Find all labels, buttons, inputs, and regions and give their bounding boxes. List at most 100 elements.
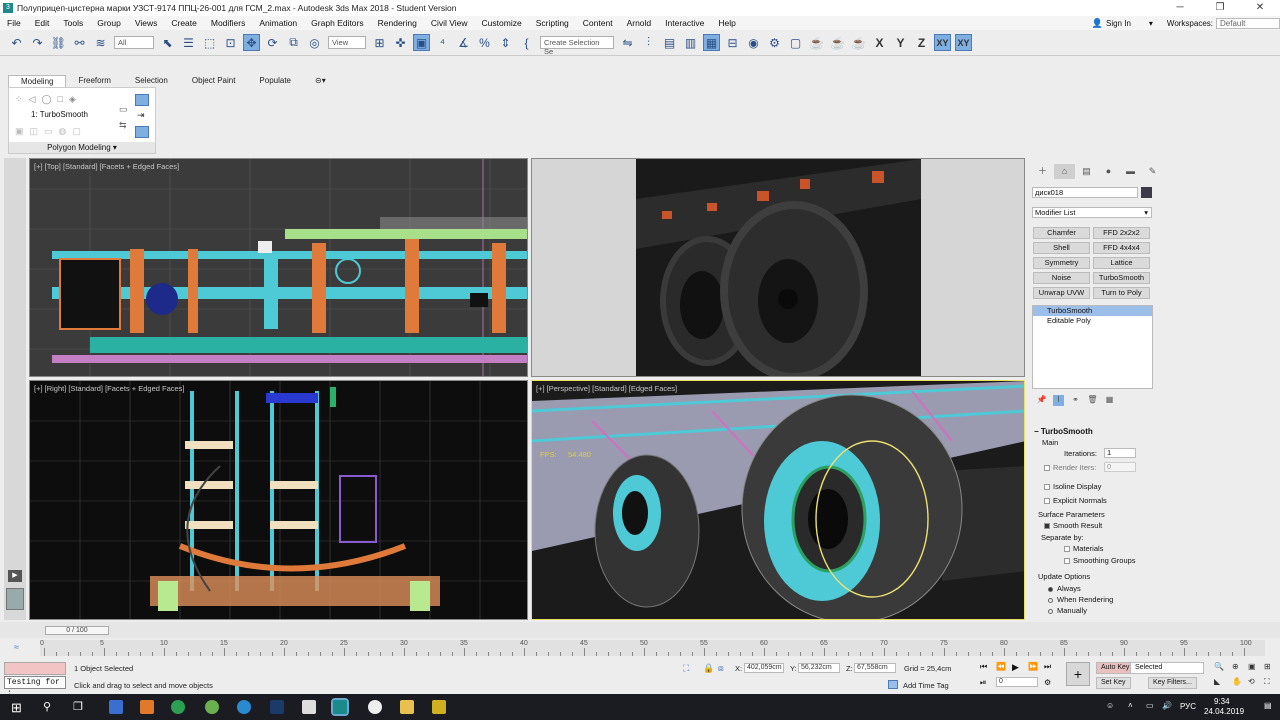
app-chrome-icon[interactable] — [171, 700, 185, 714]
go-to-end-icon[interactable]: ⏭ — [1044, 662, 1051, 672]
menu-animation[interactable]: Animation — [252, 18, 304, 28]
border-icon[interactable]: ◯ — [41, 94, 51, 105]
modifier-turbosmooth-button[interactable]: TurboSmooth — [1093, 272, 1150, 284]
time-config-icon[interactable]: ⚙ — [1044, 678, 1051, 687]
always-radio[interactable]: Always — [1048, 584, 1081, 593]
menu-create[interactable]: Create — [164, 18, 204, 28]
axis-xy-button[interactable]: XY — [934, 34, 951, 51]
link-icon[interactable]: ⛓ — [50, 34, 67, 51]
keyboard-language[interactable]: РУС — [1180, 702, 1196, 711]
isolate-selection-icon[interactable]: ⛶ — [683, 663, 689, 674]
modifier-ffd222-button[interactable]: FFD 2x2x2 — [1093, 227, 1150, 239]
modifier-chamfer-button[interactable]: Chamfer — [1033, 227, 1090, 239]
app-word-icon[interactable] — [368, 700, 382, 714]
clock-date[interactable]: 24.04.2019 — [1204, 707, 1244, 716]
modifier-unwrap-uvw-button[interactable]: Unwrap UVW — [1033, 287, 1090, 299]
key-mode-icon[interactable]: ⏯ — [980, 678, 986, 688]
vertex-icon[interactable]: ⁘ — [15, 94, 23, 105]
close-button[interactable]: ✕ — [1240, 0, 1280, 16]
tab-modeling[interactable]: Modeling — [8, 75, 67, 87]
zoom-icon[interactable]: 🔍 — [1214, 662, 1224, 671]
redo-icon[interactable]: ↷ — [29, 34, 46, 51]
menu-tools[interactable]: Tools — [56, 18, 90, 28]
y-coord-field[interactable]: 56,232cm — [798, 663, 840, 673]
percent-snap-icon[interactable]: % — [476, 34, 493, 51]
menu-views[interactable]: Views — [128, 18, 165, 28]
maxscript-mini-listener-output[interactable] — [4, 662, 66, 675]
zoom-extents-icon[interactable]: ▣ — [1248, 662, 1256, 671]
render-setup-icon[interactable]: ⚙ — [766, 34, 783, 51]
viewport-perspective[interactable]: [+] [Perspective] [Standard] [Edged Face… — [531, 380, 1025, 620]
show-hidden-icons-icon[interactable]: ˄ — [1128, 701, 1133, 710]
menu-edit[interactable]: Edit — [28, 18, 57, 28]
keyboard-shortcut-override-icon[interactable]: ▣ — [413, 34, 430, 51]
key-filters-button[interactable]: Key Filters... — [1148, 677, 1197, 689]
mirror-icon[interactable]: ⇋ — [619, 34, 636, 51]
app-explorer-icon[interactable] — [400, 700, 414, 714]
fov-icon[interactable]: ◣ — [1214, 677, 1220, 686]
minimize-button[interactable]: ─ — [1160, 0, 1200, 16]
render-iterative-icon[interactable]: ☕ — [829, 34, 846, 51]
app-viber-icon[interactable] — [205, 700, 219, 714]
snaps-toggle-icon[interactable]: ⁴ — [434, 34, 451, 51]
show-end-result-icon[interactable]: Ⅰ — [1053, 395, 1064, 406]
menu-group[interactable]: Group — [90, 18, 128, 28]
axis-z-button[interactable]: Z — [913, 34, 930, 51]
curve-editor-icon[interactable]: ▦ — [703, 34, 720, 51]
auto-key-button[interactable]: Auto Key — [1096, 662, 1135, 674]
modifier-list-dropdown[interactable]: Modifier List ▾ — [1032, 207, 1152, 218]
render-iters-spinner[interactable]: 0 — [1104, 462, 1136, 472]
select-object-icon[interactable]: ⬉ — [159, 34, 176, 51]
pan-icon[interactable]: ✋ — [1232, 677, 1242, 686]
schematic-view-icon[interactable]: ⊟ — [724, 34, 741, 51]
shrink-icon[interactable]: ▭ — [44, 126, 53, 137]
loop-icon[interactable]: ▢ — [72, 126, 81, 137]
menu-arnold[interactable]: Arnold — [620, 18, 659, 28]
modify-tab-icon[interactable]: ⌂ — [1054, 164, 1075, 179]
absolute-mode-icon[interactable]: ⧈ — [718, 663, 724, 674]
show-end-result-icon[interactable]: ⇥ — [137, 110, 145, 121]
select-by-name-icon[interactable]: ☰ — [180, 34, 197, 51]
ribbon-footer[interactable]: Polygon Modeling ▾ — [9, 142, 155, 153]
motion-tab-icon[interactable]: ● — [1098, 164, 1119, 179]
menu-scripting[interactable]: Scripting — [529, 18, 576, 28]
make-unique-icon[interactable]: ⚭ — [1070, 395, 1081, 406]
element-icon[interactable]: ◈ — [69, 94, 76, 105]
axis-x-button[interactable]: X — [871, 34, 888, 51]
search-icon[interactable]: ⚲ — [43, 700, 51, 713]
maximize-button[interactable]: ❐ — [1200, 0, 1240, 16]
layer-explorer-icon[interactable]: ▤ — [661, 34, 678, 51]
expand-arrow-icon[interactable]: ▶ — [8, 570, 22, 582]
menu-graph-editors[interactable]: Graph Editors — [304, 18, 370, 28]
menu-file[interactable]: File — [0, 18, 28, 28]
app-sublime-icon[interactable] — [140, 700, 154, 714]
ribbon-options-icon[interactable]: ⊝▾ — [303, 75, 338, 87]
render-activeshade-icon[interactable]: ☕ — [850, 34, 867, 51]
app-unity-icon[interactable] — [302, 700, 316, 714]
viewport-top[interactable]: [+] [Top] [Standard] [Facets + Edged Fac… — [29, 158, 528, 377]
materials-checkbox[interactable]: Materials — [1064, 544, 1103, 553]
angle-snap-icon[interactable]: ∡ — [455, 34, 472, 51]
smooth-result-checkbox[interactable]: Smooth Result — [1044, 521, 1102, 530]
tab-populate[interactable]: Populate — [247, 75, 303, 87]
align-icon[interactable]: ⫶ — [640, 34, 657, 51]
viewport-right-label[interactable]: [+] [Right] [Standard] [Facets + Edged F… — [34, 384, 185, 393]
rotate-icon[interactable]: ⟳ — [264, 34, 281, 51]
menu-interactive[interactable]: Interactive — [658, 18, 711, 28]
material-editor-icon[interactable]: ◉ — [745, 34, 762, 51]
selection-filter-dropdown[interactable]: All — [114, 36, 154, 49]
window-crossing-icon[interactable]: ⊡ — [222, 34, 239, 51]
mini-curve-editor-icon[interactable]: ≈ — [14, 642, 19, 652]
current-frame-field[interactable]: 0 — [996, 677, 1038, 687]
pin-stack-icon[interactable]: ▭ — [119, 104, 128, 115]
modifier-symmetry-button[interactable]: Symmetry — [1033, 257, 1090, 269]
modifier-shell-button[interactable]: Shell — [1033, 242, 1090, 254]
configure-modifier-sets-icon[interactable]: ▦ — [1104, 395, 1115, 406]
soft-select-icon[interactable]: ▣ — [15, 126, 24, 137]
orbit-icon[interactable]: ⟲ — [1248, 677, 1255, 686]
pin-stack-icon[interactable]: 📌 — [1036, 395, 1047, 406]
app-3dsmax-taskbar-icon[interactable] — [331, 698, 349, 716]
rect-selection-icon[interactable]: ⬚ — [201, 34, 218, 51]
x-coord-field[interactable]: 402,059cm — [744, 663, 784, 673]
tab-freeform[interactable]: Freeform — [66, 75, 122, 87]
